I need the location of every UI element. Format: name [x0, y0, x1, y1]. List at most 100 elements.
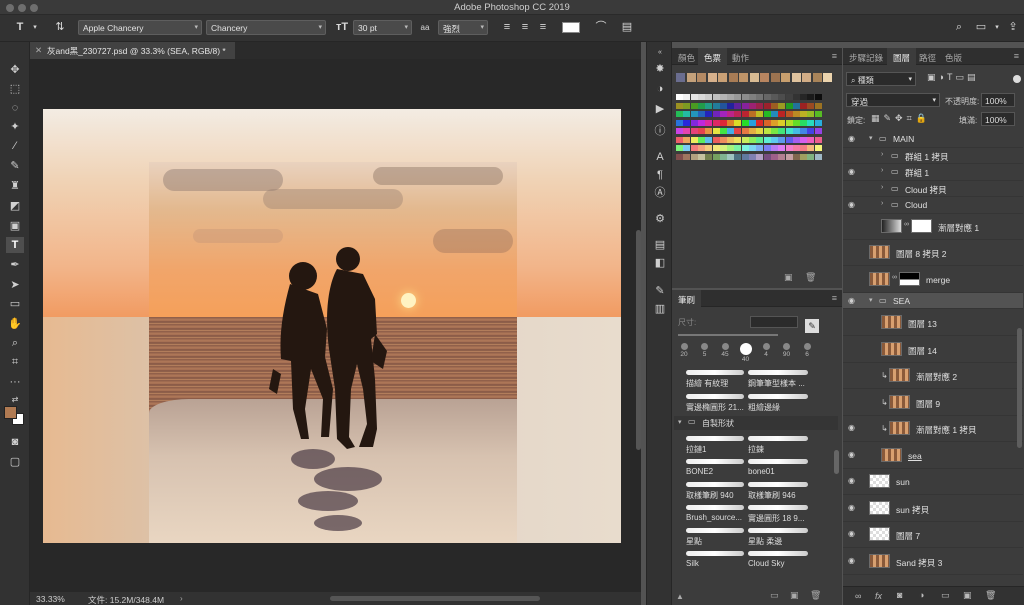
- filter-toggle[interactable]: [1013, 75, 1021, 83]
- swatch[interactable]: [741, 94, 749, 100]
- swatch[interactable]: [676, 128, 683, 134]
- swatch[interactable]: [683, 128, 691, 134]
- layer-name[interactable]: SEA: [893, 296, 910, 306]
- swatch[interactable]: [727, 119, 735, 126]
- swatch[interactable]: [712, 128, 720, 134]
- layer-name[interactable]: 圖層 14: [908, 345, 937, 357]
- tab-actions[interactable]: 動作: [726, 48, 755, 65]
- layer-name[interactable]: merge: [926, 275, 950, 285]
- swatch[interactable]: [800, 153, 808, 160]
- swatch[interactable]: [778, 111, 786, 117]
- brush-name[interactable]: 取樣筆刷 940: [686, 490, 734, 501]
- swatch[interactable]: [807, 94, 815, 100]
- swatch[interactable]: [712, 102, 720, 109]
- swatch[interactable]: [734, 153, 742, 160]
- layer-row[interactable]: ◉ ↳ 漸層對應 1 拷貝: [843, 416, 1023, 442]
- hand-tool-icon[interactable]: ✋: [6, 316, 24, 332]
- swatch[interactable]: [719, 94, 727, 100]
- swatch[interactable]: [778, 94, 786, 100]
- new-swatch-icon[interactable]: ▣: [784, 272, 793, 283]
- text-color-swatch[interactable]: [562, 22, 580, 33]
- swatch[interactable]: [690, 136, 698, 143]
- chevron-right-icon[interactable]: ›: [881, 151, 883, 158]
- layer-thumbnail[interactable]: [869, 500, 890, 515]
- brush-name[interactable]: 星點: [686, 536, 702, 547]
- brush-stroke-preview[interactable]: [748, 482, 808, 487]
- eye-icon[interactable]: ◉: [848, 503, 860, 512]
- swatch[interactable]: [712, 111, 720, 117]
- chevron-down-icon[interactable]: ▾: [30, 20, 40, 35]
- swatch[interactable]: [800, 136, 808, 143]
- layer-row[interactable]: ◉ sun: [843, 469, 1023, 495]
- layer-thumbnail[interactable]: [869, 527, 890, 541]
- swatch[interactable]: [814, 128, 822, 134]
- swatch[interactable]: [676, 111, 683, 117]
- link-icon[interactable]: ∞: [892, 274, 897, 281]
- brush-name[interactable]: 粗繪邊緣: [748, 402, 780, 413]
- foreground-color-swatch[interactable]: [4, 406, 17, 419]
- swatch[interactable]: [676, 94, 683, 100]
- recent-swatch[interactable]: [697, 73, 706, 82]
- swatch[interactable]: [770, 102, 778, 109]
- eye-icon[interactable]: ◉: [848, 423, 860, 432]
- swatch[interactable]: [683, 145, 691, 151]
- swatch[interactable]: [763, 153, 771, 160]
- add-mask-icon[interactable]: ◙: [897, 590, 902, 600]
- recent-swatch[interactable]: [686, 73, 696, 82]
- brush-name[interactable]: Cloud Sky: [748, 559, 784, 568]
- glyphs-panel-icon[interactable]: Ⓐ: [652, 186, 668, 200]
- swatch[interactable]: [800, 94, 808, 100]
- brush-stroke-preview[interactable]: [686, 459, 744, 464]
- layer-row[interactable]: 圖層 13: [843, 310, 1023, 336]
- swatch[interactable]: [792, 119, 800, 126]
- swatch[interactable]: [712, 119, 720, 126]
- chevron-right-icon[interactable]: ›: [881, 184, 883, 191]
- swatch[interactable]: [705, 145, 713, 151]
- layer-row[interactable]: ◉ ▾ ▭ MAIN: [843, 131, 1023, 148]
- swatch[interactable]: [705, 94, 713, 100]
- swatch[interactable]: [719, 153, 727, 160]
- swatch[interactable]: [778, 153, 786, 160]
- swatch[interactable]: [683, 102, 691, 109]
- align-center-icon[interactable]: ≡: [518, 20, 532, 35]
- brush-stroke-preview[interactable]: [686, 370, 744, 375]
- blend-mode-select[interactable]: 穿過 ▾: [846, 93, 940, 107]
- path-select-tool-icon[interactable]: ➤: [6, 277, 24, 293]
- swatch[interactable]: [712, 136, 720, 143]
- swatch[interactable]: [741, 111, 749, 117]
- layer-style-icon[interactable]: fx: [875, 591, 882, 601]
- swatch[interactable]: [785, 136, 793, 143]
- trash-icon[interactable]: 🗑: [985, 590, 996, 601]
- swatch[interactable]: [683, 153, 691, 160]
- layer-thumbnail[interactable]: [869, 271, 890, 286]
- swatch[interactable]: [719, 136, 727, 143]
- recent-swatch[interactable]: [728, 73, 738, 82]
- layer-thumbnail[interactable]: [889, 394, 910, 409]
- swatch[interactable]: [749, 102, 756, 109]
- swatch[interactable]: [697, 145, 705, 151]
- recent-swatch[interactable]: [739, 73, 748, 82]
- recent-swatch[interactable]: [781, 73, 790, 82]
- layer-name[interactable]: 圖層 8 拷貝 2: [896, 248, 947, 260]
- new-group-icon[interactable]: ▭: [941, 590, 950, 601]
- tab-channels[interactable]: 色版: [939, 48, 968, 65]
- swatch[interactable]: [690, 145, 698, 151]
- swatch[interactable]: [727, 94, 735, 100]
- workspace-icon[interactable]: ▭: [974, 20, 988, 35]
- swatches-panel-icon[interactable]: ◑: [652, 82, 668, 96]
- layer-name[interactable]: sun: [896, 477, 910, 487]
- swatch[interactable]: [756, 136, 764, 143]
- swatch[interactable]: [727, 136, 735, 143]
- swatch[interactable]: [749, 145, 756, 151]
- layer-thumbnail[interactable]: [889, 368, 910, 382]
- search-icon[interactable]: ⌕: [952, 20, 966, 35]
- swatch[interactable]: [697, 153, 705, 160]
- swatch[interactable]: [727, 153, 735, 160]
- brush-stroke-preview[interactable]: [748, 370, 808, 375]
- swatch[interactable]: [770, 136, 778, 143]
- collapse-icon[interactable]: [652, 310, 668, 324]
- stamp-tool-icon[interactable]: ♜: [6, 178, 24, 194]
- layer-row[interactable]: ◉ 圖層 7: [843, 522, 1023, 548]
- swatch[interactable]: [690, 102, 698, 109]
- more-tools-icon[interactable]: ···: [6, 374, 24, 390]
